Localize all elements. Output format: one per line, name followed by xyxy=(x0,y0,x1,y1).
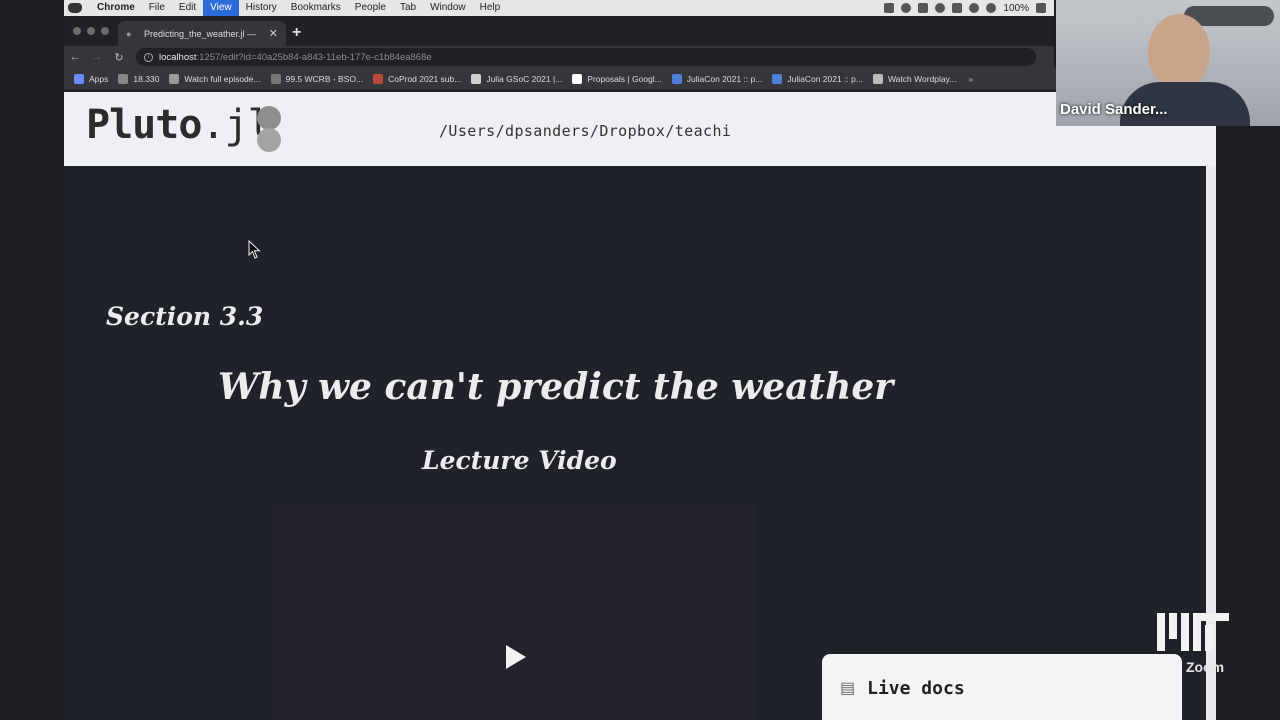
folder-icon xyxy=(118,73,129,84)
tab-title: Predicting_the_weather.jl — xyxy=(144,28,257,39)
bookmark-label: Julia GSoC 2021 |... xyxy=(486,73,563,84)
planet-ball-icon xyxy=(257,106,281,130)
bookmark-item[interactable]: Watch full episode... xyxy=(169,73,261,84)
bookmark-label: Proposals | Googl... xyxy=(587,73,662,84)
menu-people[interactable]: People xyxy=(348,0,393,16)
bookmark-label: Apps xyxy=(89,73,109,84)
menu-tab[interactable]: Tab xyxy=(393,0,423,16)
logo-main: Pluto xyxy=(86,102,202,148)
juliacon-icon xyxy=(772,73,783,84)
menu-help[interactable]: Help xyxy=(473,0,508,16)
battery-icon[interactable] xyxy=(1036,3,1046,13)
notebook-path-input[interactable]: /Users/dpsanders/Dropbox/teachi xyxy=(439,122,731,140)
menu-history[interactable]: History xyxy=(239,0,284,16)
planet-ball-icon xyxy=(257,128,281,152)
bookmarks-overflow-icon[interactable]: » xyxy=(968,74,973,84)
status-icon[interactable] xyxy=(884,3,895,13)
bookmark-item[interactable]: CoProd 2021 sub... xyxy=(373,73,462,84)
chrome-tabstrip: ● Predicting_the_weather.jl — ✕ + xyxy=(64,16,1054,46)
bookmark-item[interactable]: 18.330 xyxy=(118,73,160,84)
section-label: Section 3.3 xyxy=(106,302,264,331)
status-icon[interactable] xyxy=(935,3,946,13)
bookmark-label: JuliaCon 2021 :: p... xyxy=(787,73,863,84)
pluto-favicon-icon: ● xyxy=(126,28,132,39)
screen: Chrome File Edit View History Bookmarks … xyxy=(0,0,1280,720)
person-head-shape xyxy=(1148,14,1210,90)
apple-icon[interactable] xyxy=(68,3,82,13)
zoom-watermark: Zoom xyxy=(1186,659,1225,675)
books-icon: ▤ xyxy=(840,680,856,697)
back-icon[interactable]: ← xyxy=(64,51,86,63)
apps-grid-icon xyxy=(74,73,84,84)
minimize-window-button[interactable] xyxy=(87,27,95,35)
bookmark-label: CoProd 2021 sub... xyxy=(388,73,462,84)
close-tab-icon[interactable]: ✕ xyxy=(269,27,278,40)
url-host: localhost xyxy=(159,51,197,63)
bookmark-label: JuliaCon 2021 :: p... xyxy=(686,73,763,84)
doc-icon xyxy=(471,73,482,84)
bookmark-item[interactable]: Watch Wordplay... xyxy=(872,73,957,84)
mac-menubar: Chrome File Edit View History Bookmarks … xyxy=(64,0,1054,16)
pluto-header: Pluto.jl /Users/dpsanders/Dropbox/teachi xyxy=(64,92,1216,166)
browser-tab[interactable]: ● Predicting_the_weather.jl — ✕ xyxy=(118,21,286,46)
zoom-window-button[interactable] xyxy=(101,27,109,35)
status-icon[interactable] xyxy=(952,3,963,13)
juliacon-icon xyxy=(671,73,682,84)
pluto-planet-icon xyxy=(257,106,281,152)
menu-edit[interactable]: Edit xyxy=(172,0,203,16)
bookmark-item[interactable]: JuliaCon 2021 :: p... xyxy=(671,73,763,84)
bookmark-item[interactable]: 99.5 WCRB - BSO... xyxy=(270,73,364,84)
globe-icon xyxy=(872,73,883,84)
menu-app-chrome[interactable]: Chrome xyxy=(90,0,142,16)
menu-file[interactable]: File xyxy=(142,0,172,16)
bookmark-label: Watch full episode... xyxy=(184,73,261,84)
chrome-toolbar: ← → ↻ i localhost:1257/edit?id=40a25b84-… xyxy=(64,46,1054,68)
bookmark-item[interactable]: Proposals | Googl... xyxy=(572,73,662,84)
bookmarks-bar: Apps 18.330 Watch full episode... 99.5 W… xyxy=(64,68,1064,90)
radio-icon xyxy=(270,73,281,84)
video-heading: Lecture Video xyxy=(422,446,617,475)
pluto-logo[interactable]: Pluto.jl xyxy=(86,102,272,148)
bookmark-apps[interactable]: Apps xyxy=(74,73,109,84)
address-bar[interactable]: i localhost:1257/edit?id=40a25b84-a843-1… xyxy=(136,48,1036,66)
google-icon xyxy=(572,73,583,84)
page-title: Why we can't predict the weather xyxy=(218,366,894,408)
menu-window[interactable]: Window xyxy=(423,0,473,16)
lecture-video-player[interactable] xyxy=(272,504,756,720)
status-icon[interactable] xyxy=(901,3,912,13)
live-docs-label: Live docs xyxy=(867,678,965,699)
bookmark-label: Watch Wordplay... xyxy=(887,73,957,84)
wifi-icon[interactable] xyxy=(986,3,997,13)
close-window-button[interactable] xyxy=(73,27,81,35)
url-path: :1257/edit?id=40a25b84-a843-11eb-177e-c1… xyxy=(196,51,432,63)
new-tab-icon[interactable]: + xyxy=(292,24,301,42)
bookmark-label: 99.5 WCRB - BSO... xyxy=(285,73,364,84)
page-icon xyxy=(169,73,180,84)
status-area: 100% xyxy=(884,3,1054,14)
play-icon[interactable] xyxy=(506,645,526,669)
mit-logo-icon xyxy=(1157,613,1229,651)
forward-icon[interactable]: → xyxy=(86,51,108,63)
menu-view[interactable]: View xyxy=(203,0,239,16)
participant-name: David Sander... xyxy=(1060,101,1168,118)
bookmark-item[interactable]: JuliaCon 2021 :: p... xyxy=(772,73,863,84)
menu-bookmarks[interactable]: Bookmarks xyxy=(284,0,348,16)
status-icon[interactable] xyxy=(918,3,929,13)
info-icon[interactable]: i xyxy=(144,52,153,62)
live-docs-panel[interactable]: ▤ Live docs xyxy=(822,654,1182,720)
page-icon xyxy=(373,73,384,84)
bookmark-label: 18.330 xyxy=(133,73,160,84)
mouse-cursor-icon xyxy=(248,240,261,259)
battery-percent[interactable]: 100% xyxy=(1003,3,1029,14)
bookmark-item[interactable]: Julia GSoC 2021 |... xyxy=(471,73,563,84)
reload-icon[interactable]: ↻ xyxy=(108,51,130,64)
bluetooth-icon[interactable] xyxy=(969,3,980,13)
